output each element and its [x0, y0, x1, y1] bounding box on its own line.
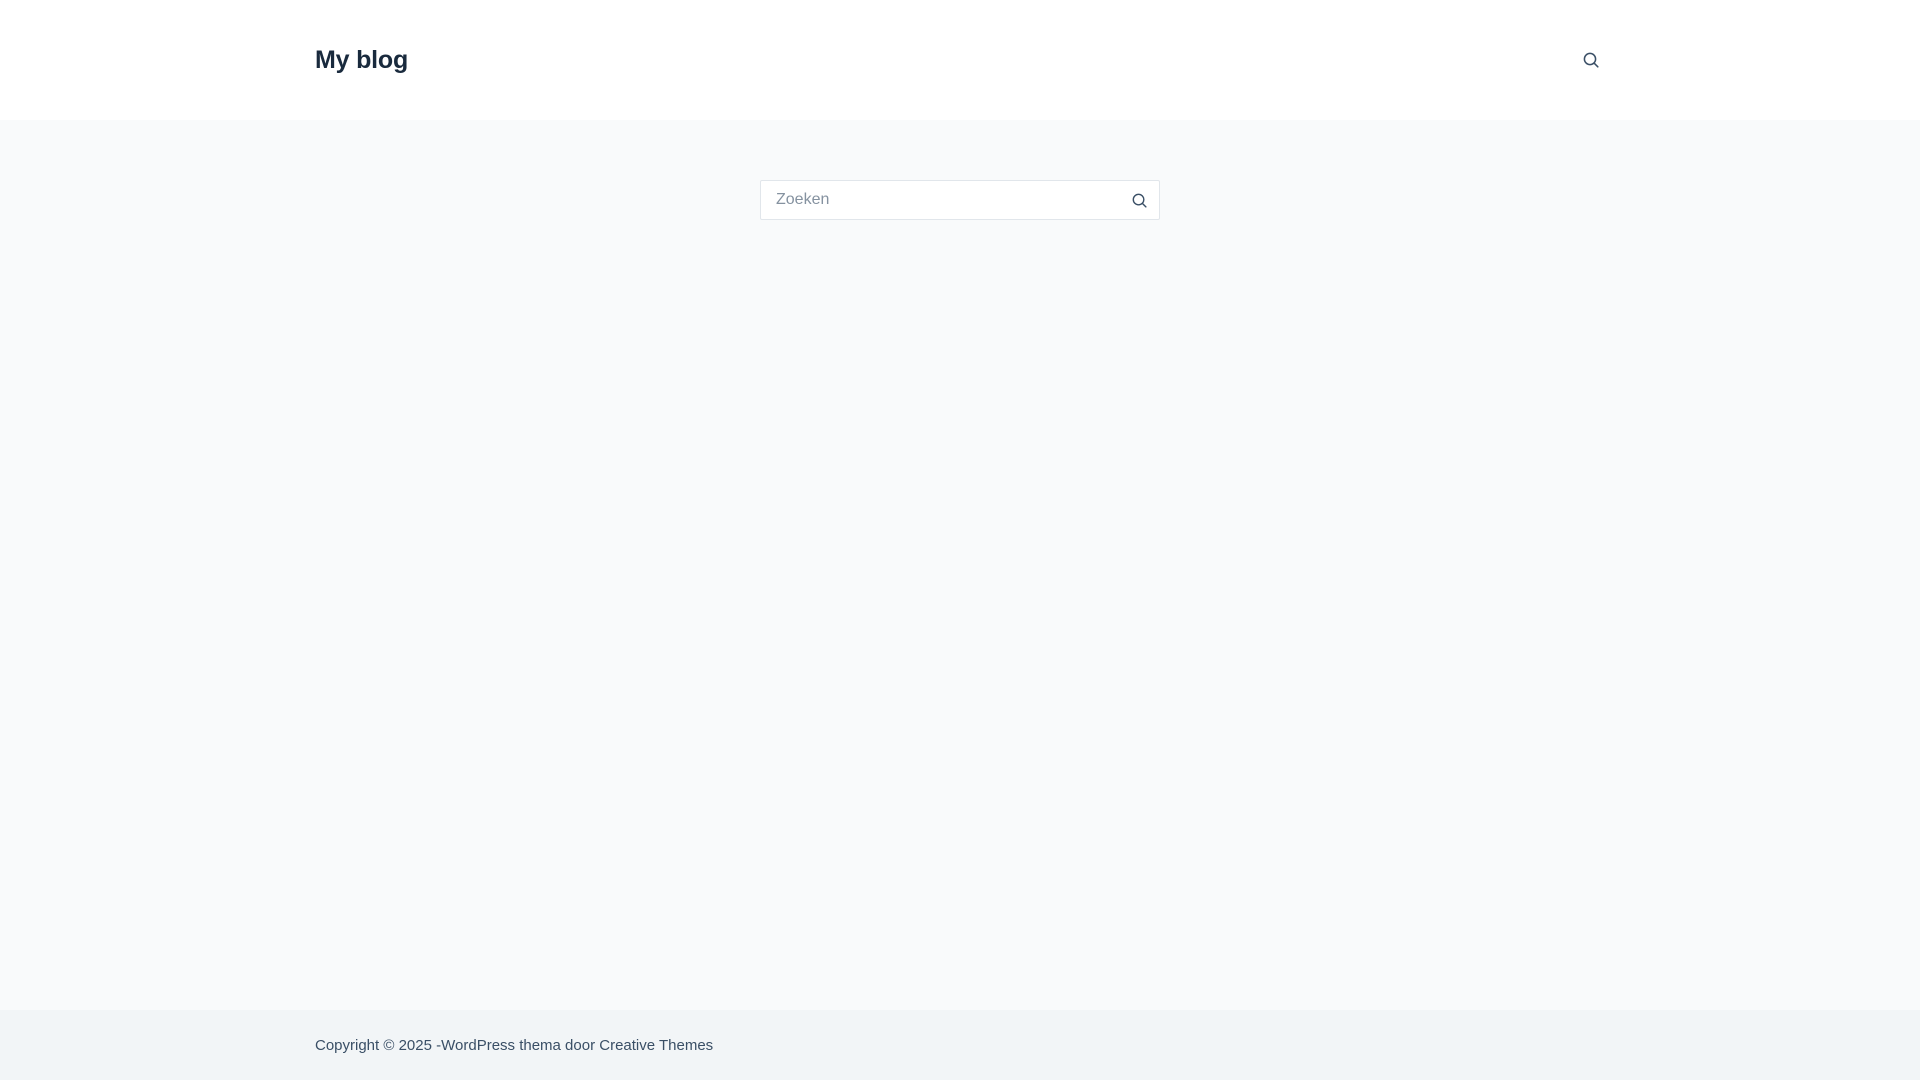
- site-header: My blog: [0, 0, 1920, 120]
- copyright-text: Copyright © 2025 -: [315, 1036, 442, 1054]
- by-text: door: [560, 1036, 600, 1054]
- wordpress-theme-link[interactable]: WordPress thema: [441, 1037, 561, 1054]
- footer-copyright: Copyright © 2025 - WordPress thema door …: [315, 1010, 1605, 1080]
- search-icon: [1583, 52, 1599, 68]
- site-main: [0, 120, 1920, 1010]
- search-submit-button[interactable]: [1119, 181, 1159, 219]
- header-search-button[interactable]: [1579, 48, 1603, 72]
- site-title[interactable]: My blog: [315, 46, 408, 75]
- search-form: [760, 180, 1160, 220]
- search-icon: [1132, 193, 1147, 208]
- header-inner: My blog: [315, 0, 1605, 120]
- site-footer: Copyright © 2025 - WordPress thema door …: [0, 1010, 1920, 1080]
- creative-themes-link[interactable]: Creative Themes: [599, 1037, 713, 1054]
- page: My blog Copyright © 2025 - WordPress t: [0, 0, 1920, 1080]
- search-input[interactable]: [761, 181, 1119, 219]
